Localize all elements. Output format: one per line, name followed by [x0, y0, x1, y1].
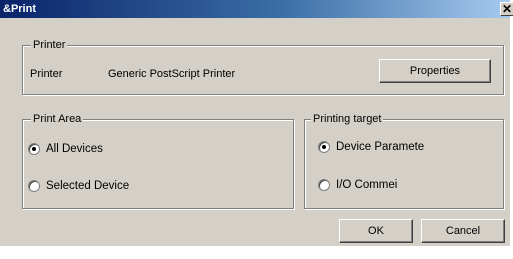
printer-name: Generic PostScript Printer [108, 68, 236, 80]
properties-button[interactable]: Properties [379, 59, 491, 83]
selected-device-label: Selected Device [46, 180, 130, 192]
printing-target-legend: Printing target [311, 113, 384, 126]
io-command-label: I/O Commei [336, 179, 398, 191]
printer-group-legend: Printer [31, 39, 68, 52]
title-bar[interactable]: &Print [0, 0, 510, 18]
device-parameter-label: Device Paramete [336, 141, 425, 153]
radio-button[interactable] [28, 180, 40, 192]
print-area-legend: Print Area [31, 113, 84, 126]
printer-label: Printer [30, 68, 63, 80]
radio-button-selected[interactable] [318, 141, 330, 153]
ok-button[interactable]: OK [339, 219, 413, 243]
window-title: &Print [3, 3, 36, 15]
cancel-button[interactable]: Cancel [421, 219, 505, 243]
close-icon[interactable]: ✕ [500, 2, 513, 16]
printing-target-group: Printing target [304, 113, 504, 209]
all-devices-label: All Devices [46, 143, 103, 155]
radio-dot-icon [32, 147, 36, 151]
radio-button-selected[interactable] [28, 143, 40, 155]
print-area-group: Print Area [22, 113, 294, 209]
radio-button[interactable] [318, 179, 330, 191]
print-dialog: &Print ✕ Printer Printer Generic PostScr… [0, 0, 513, 246]
radio-dot-icon [322, 145, 326, 149]
